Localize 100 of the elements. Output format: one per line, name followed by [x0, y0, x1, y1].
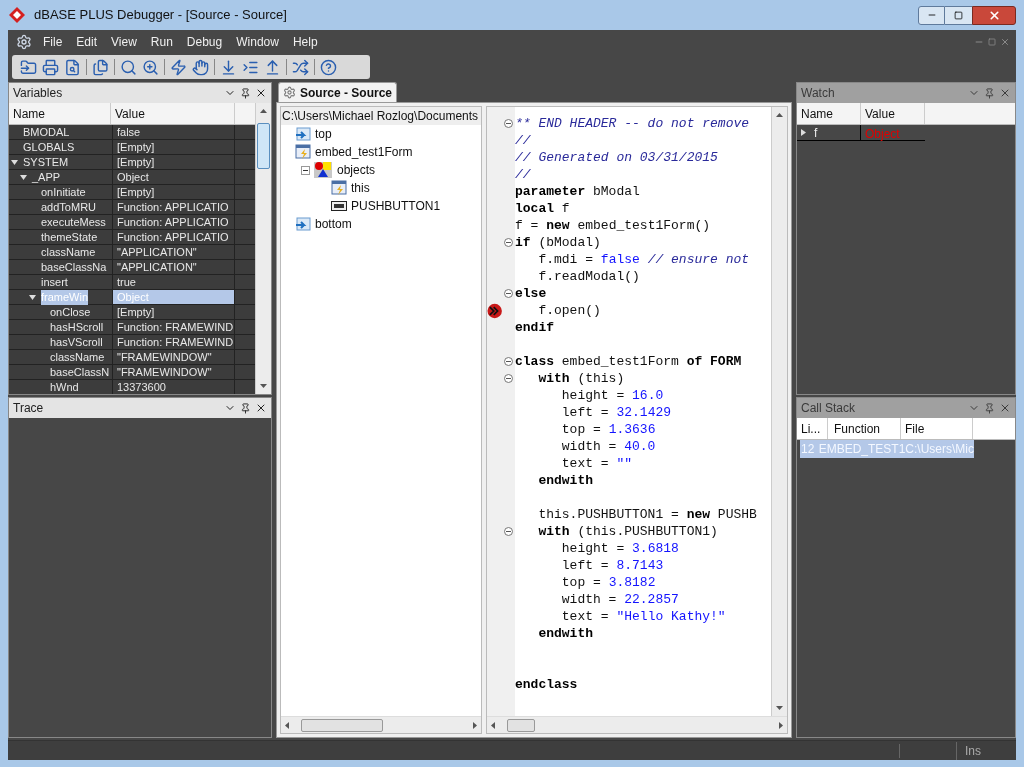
variable-name: addToMRU	[41, 199, 97, 215]
column-header[interactable]: Function	[828, 418, 901, 439]
menu-item[interactable]: Window	[229, 33, 286, 51]
pin-icon[interactable]	[240, 87, 251, 99]
vertical-scrollbar[interactable]	[255, 103, 271, 394]
scroll-thumb[interactable]	[301, 718, 383, 732]
variable-row[interactable]: executeMess Function: APPLICATIO	[9, 215, 255, 230]
menu-item[interactable]: Edit	[69, 33, 105, 51]
tree-item[interactable]: this	[351, 179, 370, 197]
variable-row[interactable]: SYSTEM [Empty]	[9, 155, 255, 170]
variable-row[interactable]: className "APPLICATION"	[9, 245, 255, 260]
variable-row[interactable]: hasHScroll Function: FRAMEWIND	[9, 320, 255, 335]
column-header[interactable]: Value	[111, 103, 235, 124]
tree-item[interactable]: top	[315, 125, 332, 143]
scroll-left-icon[interactable]	[285, 721, 289, 729]
fold-icon[interactable]	[504, 374, 513, 383]
source-tab[interactable]: Source - Source	[278, 82, 398, 102]
tree-item[interactable]: embed_test1Form	[315, 143, 413, 161]
collapse-box-icon[interactable]	[301, 165, 310, 175]
child-close-icon[interactable]	[1000, 37, 1010, 47]
fold-icon[interactable]	[504, 238, 513, 247]
collapse-icon[interactable]	[801, 129, 806, 136]
variable-row[interactable]: themeState Function: APPLICATIO	[9, 230, 255, 245]
print-preview-icon[interactable]	[64, 58, 81, 76]
menu-item[interactable]: File	[36, 33, 70, 51]
menu-item[interactable]: View	[104, 33, 144, 51]
copy-icon[interactable]	[92, 58, 109, 76]
tree-item[interactable]: PUSHBUTTON1	[351, 197, 441, 215]
form-icon	[331, 180, 347, 196]
hand-icon[interactable]	[192, 58, 209, 76]
column-header[interactable]: Li...	[797, 418, 828, 439]
fold-icon[interactable]	[504, 119, 513, 128]
fold-icon[interactable]	[504, 289, 513, 298]
code-line: //	[515, 132, 532, 149]
column-header[interactable]: File	[901, 418, 973, 439]
swap-icon[interactable]	[292, 58, 309, 76]
watch-name: f	[814, 124, 818, 142]
scroll-right-icon[interactable]	[473, 721, 477, 729]
lightning-icon[interactable]	[170, 58, 187, 76]
variable-value: 13373600	[113, 380, 235, 394]
tree-item[interactable]: objects	[337, 161, 376, 179]
scroll-thumb[interactable]	[507, 718, 535, 732]
help-icon[interactable]	[320, 58, 337, 76]
menu-item[interactable]: Debug	[179, 33, 230, 51]
expand-icon[interactable]	[20, 174, 27, 180]
column-header[interactable]: Value	[861, 103, 925, 124]
step-into-icon[interactable]	[220, 58, 237, 76]
pin-icon[interactable]	[984, 87, 995, 99]
scroll-down-icon[interactable]	[776, 706, 783, 710]
vertical-scrollbar[interactable]	[771, 107, 787, 716]
scroll-up-icon[interactable]	[776, 113, 783, 117]
column-header[interactable]: Name	[9, 103, 111, 124]
folder-arrow-icon[interactable]	[20, 58, 37, 76]
variable-row[interactable]: addToMRU Function: APPLICATIO	[9, 200, 255, 215]
code-line: endwith	[537, 472, 594, 489]
variable-row[interactable]: className "FRAMEWINDOW"	[9, 350, 255, 365]
panel-title: Call Stack	[801, 400, 857, 417]
pin-icon[interactable]	[240, 402, 251, 414]
scroll-thumb[interactable]	[257, 123, 270, 169]
column-header[interactable]: Name	[797, 103, 861, 124]
variable-row[interactable]: _APP Object	[9, 170, 255, 185]
code-line: top = 1.3636	[560, 421, 657, 438]
horizontal-scrollbar[interactable]	[487, 716, 787, 733]
scroll-left-icon[interactable]	[491, 721, 495, 729]
print-icon[interactable]	[42, 58, 59, 76]
variable-row[interactable]: onInitiate [Empty]	[9, 185, 255, 200]
pin-icon[interactable]	[984, 402, 995, 414]
scroll-down-icon[interactable]	[260, 384, 267, 388]
menu-item[interactable]: Run	[143, 33, 180, 51]
insert-mode-indicator: Ins	[956, 741, 996, 760]
horizontal-scrollbar[interactable]	[281, 716, 481, 733]
variable-row[interactable]: onClose [Empty]	[9, 305, 255, 320]
maximize-button[interactable]	[945, 5, 972, 25]
close-button[interactable]	[972, 5, 1016, 25]
step-out-icon[interactable]	[264, 58, 281, 76]
variable-row[interactable]: GLOBALS [Empty]	[9, 140, 255, 155]
code-line: f = new embed_test1Form()	[515, 217, 712, 234]
scroll-right-icon[interactable]	[779, 721, 783, 729]
close-icon[interactable]	[255, 402, 267, 414]
fold-icon[interactable]	[504, 357, 513, 366]
search-next-icon[interactable]	[142, 58, 159, 76]
tree-item[interactable]: bottom	[315, 215, 352, 233]
close-icon[interactable]	[255, 87, 267, 99]
variable-row[interactable]: baseClassNa "APPLICATION"	[9, 260, 255, 275]
variable-name: BMODAL	[23, 125, 70, 140]
form-icon	[295, 144, 311, 160]
variable-row[interactable]: baseClassN "FRAMEWINDOW"	[9, 365, 255, 380]
variable-row[interactable]: BMODAL false	[9, 125, 255, 140]
expand-icon[interactable]	[29, 294, 36, 300]
scroll-up-icon[interactable]	[260, 109, 267, 113]
search-icon[interactable]	[120, 58, 137, 76]
expand-icon[interactable]	[11, 159, 18, 165]
code-line: //	[515, 166, 532, 183]
code-line: if (bModal)	[515, 234, 602, 251]
minimize-button[interactable]	[918, 5, 945, 25]
document-gear-icon[interactable]	[16, 34, 32, 50]
code-editor[interactable]	[486, 106, 788, 734]
fold-icon[interactable]	[504, 527, 513, 536]
variable-row[interactable]: hasVScroll Function: FRAMEWIND	[9, 335, 255, 350]
menu-item[interactable]: Help	[285, 33, 325, 51]
